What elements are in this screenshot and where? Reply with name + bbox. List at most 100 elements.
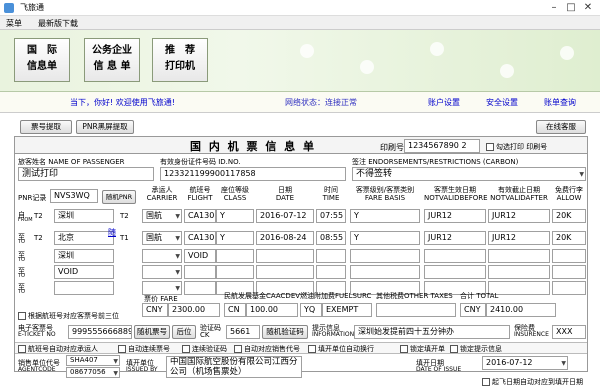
auto-date-checkbox[interactable] xyxy=(482,378,490,386)
maximize-icon[interactable]: □ xyxy=(563,2,579,14)
menu-item[interactable]: 菜单 xyxy=(6,18,22,29)
fare-field[interactable]: 2300.00 xyxy=(168,303,220,317)
segment-nva[interactable]: JUR12 xyxy=(488,209,550,223)
segment-date[interactable]: 2016-08-24 xyxy=(256,231,314,245)
check-print-checkbox[interactable] xyxy=(486,143,494,151)
segment-class[interactable]: Y xyxy=(216,209,254,223)
printer-button[interactable]: 推 荐打印机 xyxy=(152,38,208,82)
segment-nvb[interactable] xyxy=(424,265,486,279)
segment-date[interactable] xyxy=(256,265,314,279)
app-icon xyxy=(4,3,14,13)
segment-flight[interactable]: CA1306 xyxy=(184,209,216,223)
id-field[interactable]: 123321199900117858 xyxy=(160,167,346,181)
segment-carrier[interactable] xyxy=(142,265,182,279)
online-service-button[interactable]: 在线客服 xyxy=(536,120,586,134)
segment-city[interactable]: 北京 xyxy=(54,231,114,245)
segment-nvb[interactable]: JUR12 xyxy=(424,209,486,223)
segment-allow[interactable] xyxy=(552,265,586,279)
random-pnr-button[interactable]: 随机PNR xyxy=(102,190,136,204)
info-field[interactable]: 深圳始发提前四十五分钟办 xyxy=(354,325,510,339)
segment-city[interactable]: 深圳 xyxy=(54,249,114,263)
option-agent-code[interactable]: 自动对应销售代号 xyxy=(234,344,300,354)
segment-allow[interactable] xyxy=(552,249,586,263)
segment-city[interactable]: 深圳 xyxy=(54,209,114,223)
segment-allow[interactable]: 20K xyxy=(552,209,586,223)
segment-allow[interactable] xyxy=(552,281,586,295)
fuel-currency[interactable]: YQ xyxy=(300,303,322,317)
print-no-field[interactable]: 1234567890 2 xyxy=(404,139,480,153)
minimize-icon[interactable]: – xyxy=(546,2,562,14)
fare-calc-checkbox[interactable] xyxy=(18,312,26,320)
segment-nva[interactable]: JUR12 xyxy=(488,231,550,245)
segment-allow[interactable]: 20K xyxy=(552,231,586,245)
corp-info-button[interactable]: 公务企业信 息 单 xyxy=(84,38,140,82)
segment-nva[interactable] xyxy=(488,249,550,263)
eticket-field[interactable]: 9995556668894 xyxy=(68,325,132,339)
fare-currency[interactable]: CNY xyxy=(142,303,168,317)
segment-carrier[interactable] xyxy=(142,281,182,295)
link-mark[interactable]: 随 xyxy=(108,227,116,238)
segment-class[interactable] xyxy=(216,265,254,279)
segment-city[interactable] xyxy=(54,281,114,295)
segment-fare[interactable] xyxy=(350,249,420,263)
caac-field[interactable]: 100.00 xyxy=(246,303,298,317)
fare-calc-check[interactable]: 根据航班号对应客票号前三位 xyxy=(18,311,119,321)
random-verify-button[interactable]: 随机验证码 xyxy=(262,325,308,339)
option-lock-info[interactable]: 锁定提示信息 xyxy=(450,344,502,354)
segment-nva[interactable] xyxy=(488,265,550,279)
segment-city[interactable]: VOID xyxy=(54,265,114,279)
segment-flight[interactable] xyxy=(184,281,216,295)
segment-fare[interactable] xyxy=(350,265,420,279)
segment-carrier[interactable]: 国航 xyxy=(142,209,182,223)
welcome-text: 当下，你好! 欢迎使用飞旅通! xyxy=(70,98,175,107)
fetch-ticket-button[interactable]: 票号提取 xyxy=(20,120,72,134)
verify-field[interactable]: 5661 xyxy=(226,325,260,339)
total-field[interactable]: 2410.00 xyxy=(486,303,556,317)
menu-item-download[interactable]: 最新版下载 xyxy=(38,18,78,29)
security-settings-link[interactable]: 安全设置 xyxy=(486,97,518,108)
segment-nvb[interactable] xyxy=(424,249,486,263)
segment-time[interactable]: 07:55 xyxy=(316,209,346,223)
agent-select-1[interactable]: SHA407 xyxy=(66,355,120,366)
issue-date-select[interactable]: 2016-07-12 xyxy=(482,356,568,370)
pnr-fetch-button[interactable]: PNR黑屏提取 xyxy=(76,120,134,134)
intl-info-button[interactable]: 国 际信息单 xyxy=(14,38,70,82)
agent-select-2[interactable]: 08677056 xyxy=(66,367,120,378)
segment-flight[interactable]: VOID xyxy=(184,249,216,263)
account-settings-link[interactable]: 账户设置 xyxy=(428,97,460,108)
segment-class[interactable] xyxy=(216,249,254,263)
fuel-field[interactable]: EXEMPT xyxy=(322,303,372,317)
option-issuer-wrap[interactable]: 填开单位自动换行 xyxy=(308,344,374,354)
bill-query-link[interactable]: 账单查询 xyxy=(544,97,576,108)
segment-flight[interactable]: CA1305 xyxy=(184,231,216,245)
option-consecutive-ticket[interactable]: 自动连续票号 xyxy=(118,344,170,354)
caac-currency[interactable]: CN xyxy=(224,303,246,317)
segment-carrier[interactable] xyxy=(142,249,182,263)
segment-time[interactable] xyxy=(316,265,346,279)
issuer-field[interactable]: 中国国际航空股份有限公司江西分公司（机场售票处） xyxy=(166,356,302,378)
endorse-select[interactable]: 不得签转 xyxy=(352,167,586,181)
option-carrier[interactable]: 航班号自动对应承运人 xyxy=(18,344,98,354)
check-print[interactable]: 勾选打印 印刷号 xyxy=(486,142,547,152)
segment-class[interactable]: Y xyxy=(216,231,254,245)
random-ticket-button[interactable]: 随机票号 xyxy=(134,325,170,339)
passenger-field[interactable]: 测试打印 xyxy=(18,167,154,181)
segment-time[interactable]: 08:55 xyxy=(316,231,346,245)
auto-date-check[interactable]: 起飞日期自动对应到填开日期 xyxy=(482,377,583,387)
pnr-field[interactable]: NVS3WQ xyxy=(50,189,98,203)
close-icon[interactable]: ✕ xyxy=(580,2,596,14)
segment-flight[interactable] xyxy=(184,265,216,279)
segment-fare[interactable]: Y xyxy=(350,209,420,223)
other-field[interactable] xyxy=(376,303,456,317)
option-lock-issuer[interactable]: 锁定填开单 xyxy=(400,344,445,354)
segment-fare[interactable]: Y xyxy=(350,231,420,245)
segment-carrier[interactable]: 国航 xyxy=(142,231,182,245)
segment-date[interactable]: 2016-07-12 xyxy=(256,209,314,223)
segment-nvb[interactable]: JUR12 xyxy=(424,231,486,245)
insure-field[interactable]: XXX xyxy=(552,325,586,339)
segment-time[interactable] xyxy=(316,249,346,263)
total-currency[interactable]: CNY xyxy=(460,303,486,317)
segment-date[interactable] xyxy=(256,249,314,263)
option-consecutive-verify[interactable]: 连续验证码 xyxy=(182,344,227,354)
backspace-button[interactable]: 后位 xyxy=(172,325,196,339)
